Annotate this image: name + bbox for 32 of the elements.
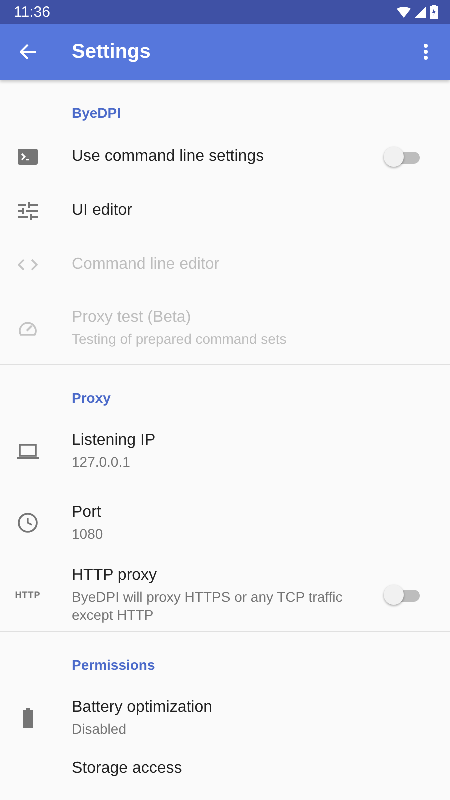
laptop-icon	[17, 444, 39, 458]
signal-icon	[415, 6, 426, 18]
toggle-switch[interactable]	[384, 584, 422, 606]
battery-icon	[23, 708, 33, 728]
setting-title[interactable]: HTTP proxy	[72, 566, 368, 584]
setting-title[interactable]: Storage access	[72, 760, 434, 778]
setting-summary: Testing of prepared command sets	[72, 330, 288, 348]
setting-summary: 127.0.0.1	[72, 452, 132, 470]
setting-title[interactable]: Use command line settings	[72, 148, 368, 166]
setting-title[interactable]: Listening IP	[72, 432, 434, 450]
section-header: Permissions	[72, 657, 156, 673]
back-arrow-icon	[20, 44, 36, 60]
code-icon	[18, 259, 38, 271]
http-icon: HTTP	[15, 590, 41, 600]
app-bar-title: Settings	[72, 40, 151, 64]
setting-title[interactable]: Port	[72, 504, 434, 522]
setting-summary: Disabled	[72, 720, 128, 738]
clock-icon	[18, 513, 38, 533]
setting-summary: ByeDPI will proxy HTTPS or any TCP traffic except HTTP	[72, 588, 344, 624]
section-header: ByeDPI	[72, 105, 122, 121]
more-vert-icon	[424, 44, 428, 60]
sliders-icon	[18, 202, 38, 220]
setting-title[interactable]: Battery optimization	[72, 698, 434, 716]
gauge-icon	[18, 320, 38, 336]
terminal-icon	[18, 149, 38, 165]
toggle-switch[interactable]	[384, 146, 422, 168]
status-time: 11:36	[14, 4, 50, 20]
setting-title[interactable]: UI editor	[72, 202, 434, 220]
battery-icon	[430, 5, 438, 19]
section-header: Proxy	[72, 390, 111, 406]
setting-summary: 1080	[72, 524, 104, 542]
wifi-icon	[397, 6, 411, 18]
